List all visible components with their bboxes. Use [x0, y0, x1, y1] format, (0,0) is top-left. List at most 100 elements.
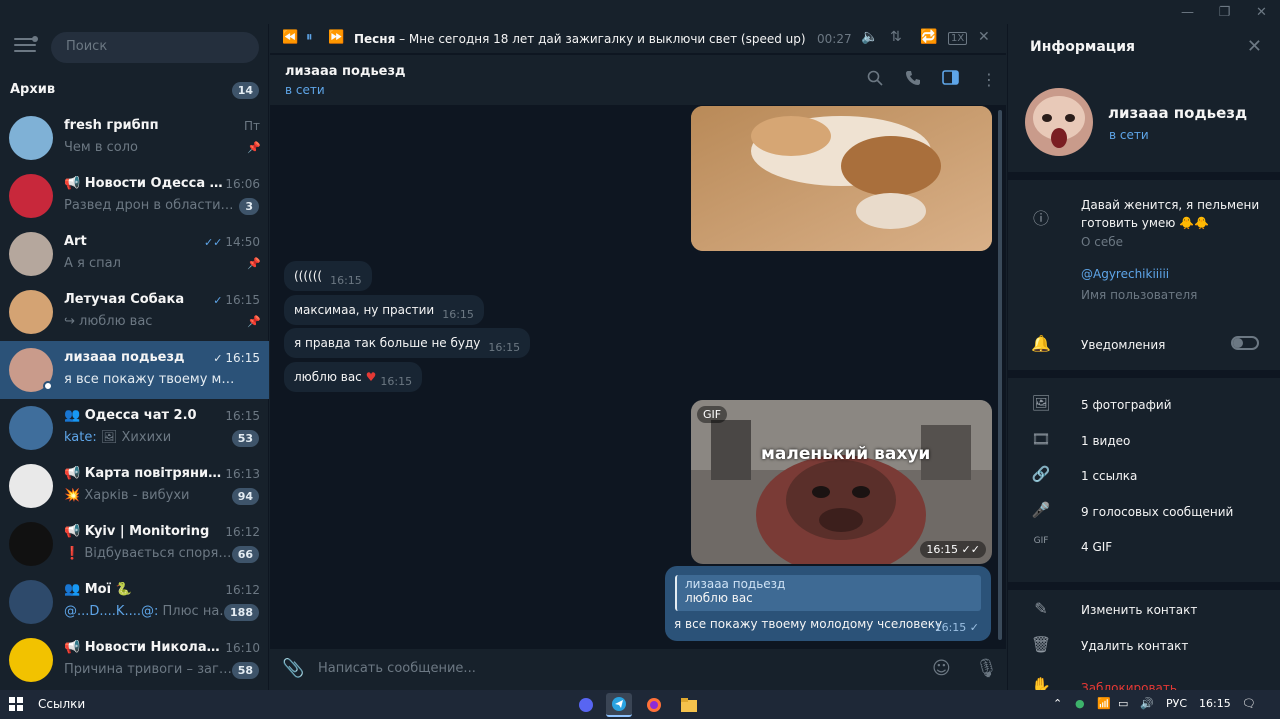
- emoji-icon[interactable]: ☺: [932, 658, 951, 679]
- username-text[interactable]: @Agyrechikiiiii: [1081, 267, 1169, 281]
- hamburger-menu-icon[interactable]: [14, 36, 38, 56]
- search-input[interactable]: Поиск: [51, 32, 259, 63]
- search-icon[interactable]: [867, 70, 883, 90]
- notifications-toggle[interactable]: [1231, 336, 1259, 350]
- shared-media-item[interactable]: 4 GIF: [1081, 540, 1112, 554]
- links-toolbar[interactable]: Ссылки: [38, 697, 85, 711]
- battery-icon[interactable]: ▭: [1118, 697, 1128, 710]
- chat-list-item[interactable]: 📢 Карта повітряних три...16:13 💥 Харків -…: [0, 457, 269, 515]
- chat-name: 📢 Карта повітряних три...: [64, 466, 226, 481]
- archive-label: Архив: [10, 82, 56, 97]
- video-icon: 🎞: [1031, 429, 1051, 448]
- chat-preview: Развед дрон в области, мож...: [64, 198, 236, 213]
- chat-avatar: [9, 638, 53, 682]
- trash-icon: 🗑: [1030, 635, 1052, 654]
- repeat-order-icon[interactable]: ⇅: [890, 29, 902, 45]
- song-title[interactable]: Песня – Мне сегодня 18 лет дай зажигалку…: [354, 32, 810, 46]
- message-bubble[interactable]: максимаа, ну прастии 16:15: [284, 295, 484, 325]
- tray-expand-icon[interactable]: ⌃: [1053, 697, 1062, 710]
- info-header: Информация: [1030, 39, 1135, 55]
- wifi-icon[interactable]: 📶: [1097, 697, 1111, 710]
- link-icon: 🔗: [1031, 465, 1051, 483]
- tray-app-icon[interactable]: ●: [1075, 697, 1085, 710]
- shared-media-item[interactable]: 5 фотографий: [1081, 398, 1172, 412]
- more-options-icon[interactable]: ⋮: [981, 70, 997, 89]
- close-player-icon[interactable]: ✕: [978, 29, 990, 45]
- volume-tray-icon[interactable]: 🔊: [1140, 697, 1154, 710]
- chat-list-item[interactable]: 📢 Новости Николаева🇺🇦16:10 Причина тривог…: [0, 631, 269, 689]
- previous-track-icon[interactable]: ⏪: [282, 30, 298, 45]
- archive-row[interactable]: Архив 14: [0, 78, 269, 102]
- minimize-button[interactable]: —: [1169, 0, 1206, 24]
- maximize-button[interactable]: ❐: [1206, 0, 1243, 24]
- chat-time: 16:12: [225, 525, 260, 539]
- chat-list-item[interactable]: 📢 Новости Одесса | Оде...16:06 Развед дро…: [0, 167, 269, 225]
- volume-icon[interactable]: 🔈: [861, 29, 878, 45]
- close-window-button[interactable]: ✕: [1243, 0, 1280, 24]
- message-bubble[interactable]: ((((((16:15: [284, 261, 372, 291]
- unread-count-badge: 53: [231, 430, 259, 447]
- cat-photo-message[interactable]: [691, 106, 992, 251]
- block-button[interactable]: Заблокировать: [1081, 681, 1177, 690]
- bio-text[interactable]: Давай женится, я пельмени готовить умею …: [1081, 196, 1271, 232]
- chat-list-item[interactable]: 📢 Kyiv | Monitoring 16:12 ❗ Відбувається с…: [0, 515, 269, 573]
- discord-icon[interactable]: [573, 693, 599, 717]
- message-text: я все покажу твоему молодому чселовеку: [674, 617, 943, 631]
- outgoing-message-bubble[interactable]: лизааа подьезд люблю вас я все покажу тв…: [665, 566, 991, 641]
- gif-message[interactable]: GIF маленький вахуи 16:15 ✓✓: [691, 400, 992, 564]
- chat-header[interactable]: лизааа подьезд в сети ⋮: [270, 55, 1006, 105]
- heart-reaction-icon[interactable]: ♥: [366, 370, 377, 384]
- shared-media-item[interactable]: 9 голосовых сообщений: [1081, 505, 1233, 519]
- scrollbar[interactable]: [998, 110, 1002, 640]
- chat-status: в сети: [285, 83, 325, 97]
- chat-list-item[interactable]: лизааа подьезд ✓ 16:15 я все покажу твоему …: [0, 341, 269, 399]
- microphone-icon[interactable]: 🎙: [975, 658, 998, 679]
- next-track-icon[interactable]: ⏩: [328, 30, 344, 45]
- chat-list-item[interactable]: fresh грибпп Пт Чем в соло 📌: [0, 109, 269, 167]
- language-indicator[interactable]: РУС: [1166, 697, 1187, 710]
- chat-preview: Чем в соло: [64, 140, 139, 155]
- chat-avatar: [9, 522, 53, 566]
- notifications-icon[interactable]: 🗨: [1242, 697, 1256, 710]
- chat-list-item[interactable]: Летучая Собака ✓ 16:15 ↪ люблю вас 📌: [0, 283, 269, 341]
- telegram-icon[interactable]: [606, 693, 632, 717]
- chat-list-item[interactable]: Art ✓✓ 14:50 А я спал 📌: [0, 225, 269, 283]
- chat-name: 📢 Новости Николаева🇺🇦: [64, 640, 226, 655]
- pause-icon[interactable]: ⏸: [306, 30, 313, 45]
- message-input[interactable]: Написать сообщение...: [318, 661, 476, 676]
- clock[interactable]: 16:15: [1199, 697, 1231, 710]
- edit-contact-button[interactable]: Изменить контакт: [1081, 603, 1197, 617]
- playback-speed-button[interactable]: 1X: [948, 32, 968, 45]
- file-explorer-icon[interactable]: [676, 693, 702, 717]
- chat-name: 📢 Kyiv | Monitoring: [64, 524, 210, 539]
- message-bubble[interactable]: я правда так больше не буду 16:15: [284, 328, 531, 358]
- delete-contact-button[interactable]: Удалить контакт: [1081, 639, 1188, 653]
- unread-count-badge: 188: [224, 604, 259, 621]
- repeat-icon[interactable]: 🔁: [920, 29, 937, 45]
- reply-quote[interactable]: лизааа подьезд люблю вас: [675, 575, 981, 611]
- chat-list-item[interactable]: 👥 Одесса чат 2.0 16:15 kate: 🖼 Хихихи 53: [0, 399, 269, 457]
- username-label: Имя пользователя: [1081, 288, 1198, 302]
- firefox-icon[interactable]: [641, 693, 667, 717]
- chat-time: 16:12: [225, 583, 260, 597]
- chat-preview: ❗ Відбувається споряджe...: [64, 546, 236, 561]
- message-area: ((((((16:15 максимаа, ну прастии 16:15 я …: [270, 106, 1006, 649]
- chat-list-item[interactable]: 👥 Мої 🐍 16:12 @...D....K....@: Плюс навча.…: [0, 573, 269, 631]
- gif-icon: GIF: [1033, 536, 1049, 546]
- chat-name: Летучая Собака: [64, 292, 185, 307]
- pin-icon: 📌: [247, 141, 261, 154]
- chat-preview: А я спал: [64, 256, 121, 271]
- close-icon[interactable]: ✕: [1247, 36, 1262, 57]
- message-bubble[interactable]: люблю вас ♥ 16:15: [284, 362, 423, 392]
- phone-icon[interactable]: [905, 70, 921, 90]
- shared-media-item[interactable]: 1 ссылка: [1081, 469, 1137, 483]
- windows-start-icon[interactable]: [9, 697, 23, 711]
- chat-name: 📢 Новости Одесса | Оде...: [64, 176, 226, 191]
- attach-icon[interactable]: 📎: [282, 658, 304, 679]
- chat-avatar: [9, 290, 53, 334]
- profile-avatar[interactable]: [1025, 88, 1093, 156]
- shared-media-item[interactable]: 1 видео: [1081, 434, 1130, 448]
- chat-name: 👥 Мої 🐍: [64, 582, 132, 597]
- sidebar-toggle-icon[interactable]: [942, 70, 959, 89]
- message-composer: 📎 Написать сообщение... ☺ 🎙: [270, 649, 1006, 690]
